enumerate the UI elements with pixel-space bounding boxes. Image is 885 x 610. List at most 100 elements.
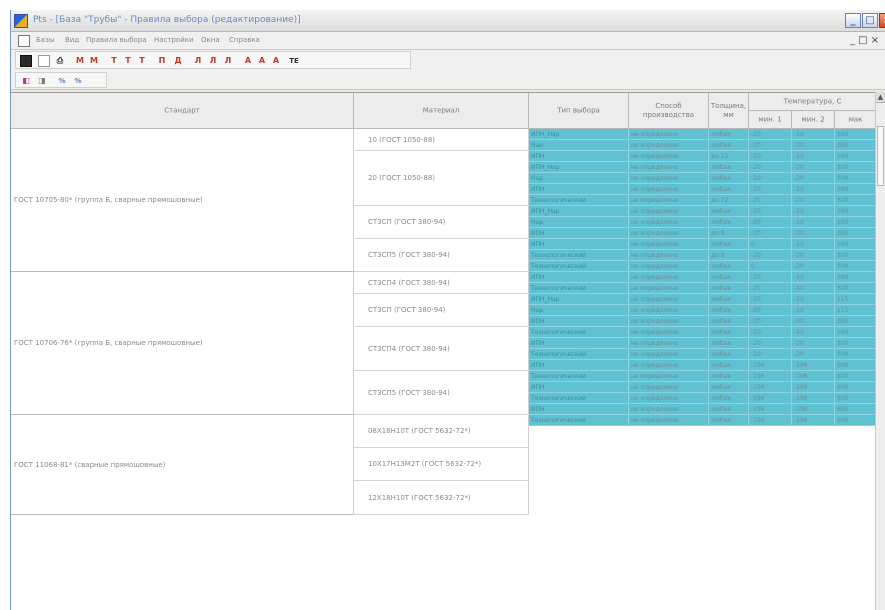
temp-min1-cell[interactable]: -20 (749, 162, 792, 173)
material-cell[interactable]: СТ3СП4 (ГОСТ 380-94) (354, 272, 529, 294)
method-cell[interactable]: не определено (629, 294, 709, 305)
method-cell[interactable]: не определено (629, 129, 709, 140)
method-cell[interactable]: не определено (629, 195, 709, 206)
tool-t2-icon[interactable]: T (122, 55, 134, 67)
method-cell[interactable]: не определено (629, 250, 709, 261)
temp-min1-cell[interactable]: -20 (749, 195, 792, 206)
temp-min1-cell[interactable]: -20 (749, 349, 792, 360)
vertical-scrollbar[interactable]: ▲ (875, 92, 885, 610)
thickness-cell[interactable]: любая (709, 404, 749, 415)
method-cell[interactable]: не определено (629, 239, 709, 250)
method-cell[interactable]: не определено (629, 173, 709, 184)
header-selection-type[interactable]: Тип выбора (529, 93, 629, 129)
temp-max-cell[interactable]: 300 (835, 129, 877, 140)
method-cell[interactable]: не определено (629, 206, 709, 217)
thickness-cell[interactable]: любая (709, 294, 749, 305)
temp-min2-cell[interactable]: -20 (792, 349, 835, 360)
menu-help[interactable]: Справка (229, 36, 260, 44)
temp-max-cell[interactable]: 300 (835, 162, 877, 173)
temp-min1-cell[interactable]: -20 (749, 129, 792, 140)
thickness-cell[interactable]: любая (709, 415, 749, 426)
material-cell[interactable]: 10 (ГОСТ 1050-88) (354, 129, 529, 151)
method-cell[interactable]: не определено (629, 305, 709, 316)
selection-type-cell[interactable]: ИПН (529, 316, 629, 327)
method-cell[interactable]: не определено (629, 140, 709, 151)
table-row[interactable]: Технологический не определено до 12 -20 -20 3… (529, 195, 885, 206)
thickness-cell[interactable]: любая (709, 173, 749, 184)
percent-icon[interactable]: % (56, 75, 68, 87)
temp-max-cell[interactable]: 300 (835, 195, 877, 206)
material-cell[interactable]: 10Х17Н13М2Т (ГОСТ 5632-72*) (354, 448, 529, 481)
temp-min1-cell[interactable]: -20 (749, 327, 792, 338)
temp-min2-cell[interactable]: -20 (792, 338, 835, 349)
table-row[interactable]: Технологический не определено любая -196 -19… (529, 393, 885, 404)
tool-p2-icon[interactable]: Д (172, 55, 184, 67)
thickness-cell[interactable]: до 8 (709, 250, 749, 261)
header-material[interactable]: Материал (354, 93, 529, 129)
selection-type-cell[interactable]: Нар (529, 173, 629, 184)
table-row[interactable]: ИПН не определено любая -20 -20 300 (529, 184, 885, 195)
tool-a3-icon[interactable]: A (270, 55, 282, 67)
title-bar[interactable]: Pts - [База "Трубы" - Правила выбора (ре… (11, 10, 885, 32)
temp-min1-cell[interactable]: -20 (749, 250, 792, 261)
thickness-cell[interactable]: любая (709, 349, 749, 360)
standard-cell[interactable]: ГОСТ 10705-80* (группа Б, сварные прямош… (11, 129, 354, 272)
thickness-cell[interactable]: любая (709, 272, 749, 283)
table-row[interactable]: ИПН не определено любая -20 -40 300 (529, 316, 885, 327)
scroll-thumb[interactable] (877, 126, 884, 186)
table-row[interactable]: Технологический не определено любая -20 -40 3… (529, 327, 885, 338)
temp-max-cell[interactable]: 300 (835, 250, 877, 261)
method-cell[interactable]: не определено (629, 228, 709, 239)
header-temp-min1[interactable]: мин. 1 (749, 111, 792, 129)
temp-max-cell[interactable]: 600 (835, 360, 877, 371)
temp-min2-cell[interactable]: -20 (792, 173, 835, 184)
temp-min2-cell[interactable]: -196 (792, 393, 835, 404)
table-row[interactable]: ИПН_Нар не определено любая -20 -20 300 (529, 206, 885, 217)
temp-min2-cell[interactable]: -20 (792, 250, 835, 261)
temp-min2-cell[interactable]: -20 (792, 140, 835, 151)
temp-min2-cell[interactable]: -40 (792, 316, 835, 327)
temp-min1-cell[interactable]: -196 (749, 415, 792, 426)
thickness-cell[interactable]: до 12 (709, 151, 749, 162)
table-row[interactable]: Нар не определено любая -20 -20 300 (529, 217, 885, 228)
tool-t1-icon[interactable]: T (108, 55, 120, 67)
selection-type-cell[interactable]: ИПН_Нар (529, 294, 629, 305)
header-method[interactable]: Способ производства (629, 93, 709, 129)
method-cell[interactable]: не определено (629, 360, 709, 371)
table-row[interactable]: Технологический не определено любая -20 -20 3… (529, 349, 885, 360)
selection-type-cell[interactable]: ИПН_Нар (529, 129, 629, 140)
thickness-cell[interactable]: любая (709, 162, 749, 173)
thickness-cell[interactable]: до 12 (709, 195, 749, 206)
temp-min2-cell[interactable]: -20 (792, 129, 835, 140)
temp-min1-cell[interactable]: -196 (749, 360, 792, 371)
temp-min2-cell[interactable]: -196 (792, 415, 835, 426)
tool-l3-icon[interactable]: Л (222, 55, 234, 67)
table-row[interactable]: Технологический не определено любая -196 -19… (529, 371, 885, 382)
percent-alt-icon[interactable]: % (72, 75, 84, 87)
method-cell[interactable]: не определено (629, 316, 709, 327)
temp-max-cell[interactable]: 300 (835, 349, 877, 360)
thickness-cell[interactable]: любая (709, 382, 749, 393)
thickness-cell[interactable]: до 8 (709, 228, 749, 239)
method-cell[interactable]: не определено (629, 261, 709, 272)
minimize-button[interactable]: _ (845, 13, 861, 28)
method-cell[interactable]: не определено (629, 151, 709, 162)
temp-max-cell[interactable]: 300 (835, 261, 877, 272)
method-cell[interactable]: не определено (629, 382, 709, 393)
temp-min2-cell[interactable]: -20 (792, 162, 835, 173)
temp-min2-cell[interactable]: -20 (792, 184, 835, 195)
thickness-cell[interactable]: любая (709, 184, 749, 195)
filter-remove-icon[interactable]: ◨ (36, 75, 48, 87)
thickness-cell[interactable]: любая (709, 371, 749, 382)
thickness-cell[interactable]: любая (709, 393, 749, 404)
table-row[interactable]: ИПН не определено любая -196 -196 600 (529, 360, 885, 371)
selection-type-cell[interactable]: Нар (529, 140, 629, 151)
table-row[interactable]: Нар не определено любая -20 -20 300 (529, 173, 885, 184)
selection-type-cell[interactable]: Технологический (529, 349, 629, 360)
temp-max-cell[interactable]: 300 (835, 316, 877, 327)
temp-min1-cell[interactable]: -20 (749, 305, 792, 316)
temp-max-cell[interactable]: 600 (835, 393, 877, 404)
menu-view[interactable]: Вид (65, 36, 79, 44)
table-row[interactable]: Нар не определено любая -20 -20 300 (529, 140, 885, 151)
method-cell[interactable]: не определено (629, 272, 709, 283)
